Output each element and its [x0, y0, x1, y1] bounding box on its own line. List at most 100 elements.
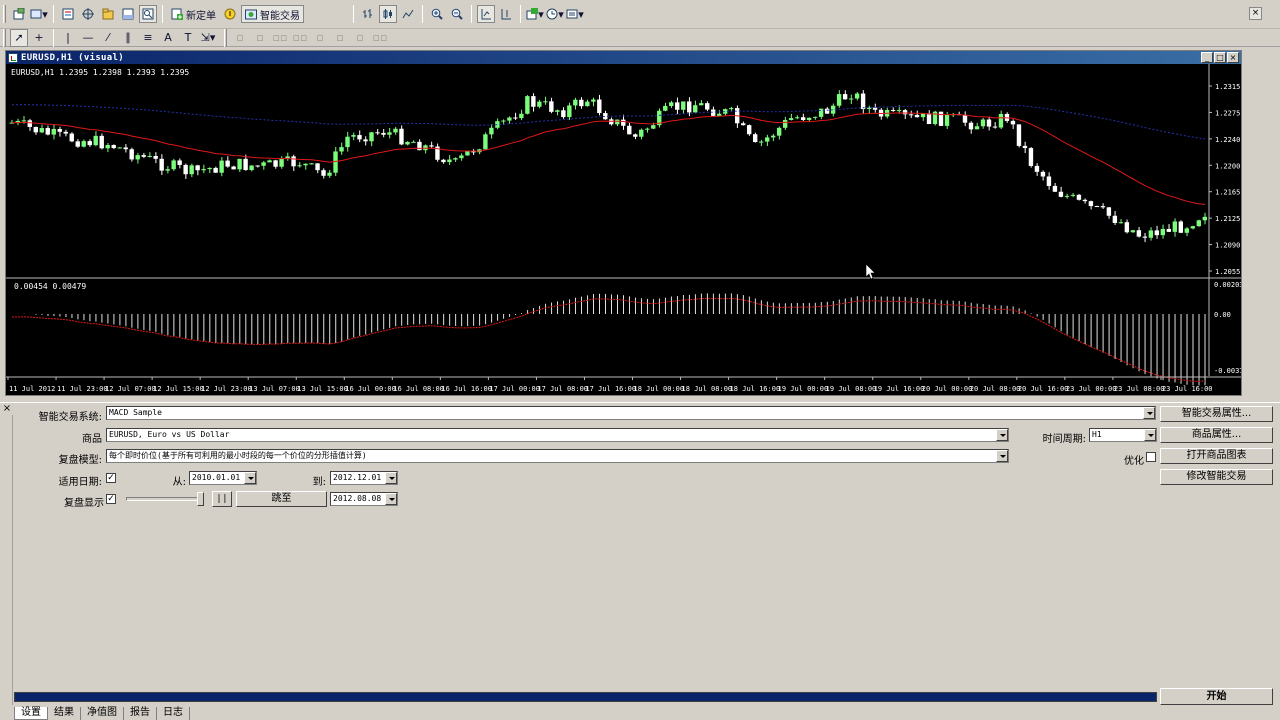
- test-progress-bar: [14, 692, 1157, 702]
- vertical-line-icon[interactable]: |: [59, 29, 77, 47]
- tab-journal[interactable]: 日志: [157, 707, 190, 720]
- chevron-down-icon[interactable]: [996, 429, 1008, 441]
- optimize-checkbox[interactable]: [1146, 452, 1156, 462]
- candle-body: [567, 105, 572, 118]
- expert-properties-button[interactable]: 智能交易属性...: [1160, 406, 1273, 422]
- trendline-icon[interactable]: ⁄: [99, 29, 117, 47]
- tab-equity-graph[interactable]: 净值图: [81, 707, 124, 720]
- arrows-icon[interactable]: ⇲▾: [199, 29, 217, 47]
- candle-body: [147, 156, 152, 158]
- fibonacci-icon[interactable]: ≡: [139, 29, 157, 47]
- modify-expert-button[interactable]: 修改智能交易: [1160, 469, 1273, 485]
- candle-body: [45, 128, 50, 135]
- expert-select[interactable]: MACD Sample: [106, 406, 1156, 420]
- speed-slider-thumb[interactable]: [197, 492, 204, 506]
- templates-icon[interactable]: ▾: [566, 5, 584, 23]
- maximize-icon[interactable]: □: [1214, 52, 1226, 63]
- text-icon[interactable]: A: [159, 29, 177, 47]
- chevron-down-icon[interactable]: [996, 450, 1008, 462]
- crosshair-icon[interactable]: +: [30, 29, 48, 47]
- toolbar-grip[interactable]: [3, 28, 6, 47]
- skip-to-button[interactable]: 跳至: [236, 491, 327, 507]
- symbol-select[interactable]: EURUSD, Euro vs US Dollar: [106, 428, 1009, 442]
- use-date-checkbox[interactable]: ✓: [106, 473, 116, 483]
- candle-body: [1088, 201, 1094, 207]
- time-tick-label: 11 Jul 23:00: [57, 385, 108, 393]
- time-tick-label: 12 Jul 23:00: [201, 385, 252, 393]
- auto-scroll-icon[interactable]: [477, 5, 495, 23]
- period-select[interactable]: H1: [1089, 428, 1157, 442]
- time-tick-label: 12 Jul 15:00: [153, 385, 204, 393]
- price-tick-label: 1.2315: [1215, 83, 1240, 91]
- time-tick-label: 19 Jul 16:00: [874, 385, 925, 393]
- candle-body: [171, 160, 176, 170]
- symbol-properties-button[interactable]: 商品属性...: [1160, 427, 1273, 443]
- chart-shift-icon[interactable]: [497, 5, 515, 23]
- cursor-icon[interactable]: ➚: [10, 28, 28, 47]
- price-chart[interactable]: EURUSD,H1 1.2395 1.2398 1.2393 1.2395 0.…: [6, 64, 1241, 395]
- toolbar-close-button[interactable]: ×: [1249, 7, 1262, 20]
- candle-body: [63, 131, 68, 134]
- candle-body: [513, 117, 518, 119]
- horizontal-line-icon[interactable]: —: [79, 29, 97, 47]
- channel-icon[interactable]: ∥: [119, 29, 137, 47]
- minimize-icon[interactable]: _: [1201, 52, 1213, 63]
- visual-mode-checkbox[interactable]: ✓: [106, 494, 116, 504]
- navigator-icon[interactable]: [99, 5, 117, 23]
- start-button[interactable]: 开始: [1160, 688, 1273, 705]
- expert-trading-button[interactable]: 智能交易: [241, 5, 304, 23]
- new-order-button[interactable]: 新定单: [168, 5, 219, 23]
- model-select[interactable]: 每个即时价位(基于所有可利用的最小时段的每一个价位的分形插值计算): [106, 449, 1009, 463]
- periods-icon[interactable]: ▾: [546, 5, 564, 23]
- zoom-out-icon[interactable]: [448, 5, 466, 23]
- data-window-icon[interactable]: [79, 5, 97, 23]
- zoom-in-icon[interactable]: [428, 5, 446, 23]
- period-label: 时间周期:: [1042, 434, 1086, 445]
- candle-body: [663, 105, 668, 111]
- market-watch-icon[interactable]: [59, 5, 77, 23]
- candle-body: [782, 119, 788, 128]
- close-icon[interactable]: ×: [1227, 52, 1239, 63]
- expert-label: 智能交易系统:: [38, 412, 102, 423]
- candle-body: [123, 147, 128, 150]
- tester-close-icon[interactable]: ×: [2, 404, 12, 414]
- tab-report[interactable]: 报告: [124, 707, 157, 720]
- to-date-picker[interactable]: 2012.12.01: [330, 471, 398, 485]
- candle-body: [447, 159, 452, 163]
- price-tick-label: 1.2275: [1215, 109, 1240, 117]
- candlestick-chart-icon[interactable]: [379, 5, 397, 23]
- chevron-down-icon[interactable]: [385, 472, 397, 484]
- candle-body: [525, 96, 530, 114]
- skip-to-date-picker[interactable]: 2012.08.08: [330, 492, 398, 506]
- bar-chart-icon[interactable]: [359, 5, 377, 23]
- chevron-down-icon[interactable]: [1144, 429, 1156, 441]
- candle-body: [255, 165, 260, 167]
- time-tick-label: 17 Jul 08:00: [537, 385, 588, 393]
- from-date-picker[interactable]: 2010.01.01: [189, 471, 257, 485]
- speed-slider-track[interactable]: [126, 497, 204, 501]
- candle-body: [872, 107, 878, 110]
- line-chart-icon[interactable]: [399, 5, 417, 23]
- toolbar-grip[interactable]: [3, 5, 6, 23]
- chevron-down-icon[interactable]: [385, 493, 397, 505]
- time-tick-label: 20 Jul 16:00: [1018, 385, 1069, 393]
- indicators-icon[interactable]: ▾: [526, 5, 544, 23]
- text-label-icon[interactable]: T: [179, 29, 197, 47]
- pause-button[interactable]: | |: [212, 491, 232, 507]
- strategy-tester-icon[interactable]: [139, 5, 157, 23]
- tab-settings[interactable]: 设置: [14, 707, 48, 720]
- candle-body: [585, 101, 590, 107]
- chevron-down-icon[interactable]: [1143, 407, 1155, 419]
- tab-results[interactable]: 结果: [48, 707, 81, 720]
- chart-titlebar[interactable]: EURUSD,H1 (visual) _ □ ×: [6, 51, 1241, 64]
- open-chart-button[interactable]: 打开商品图表: [1160, 448, 1273, 464]
- period-m5-icon: ▫: [256, 31, 264, 44]
- new-chart-icon[interactable]: [10, 5, 28, 23]
- candle-body: [944, 114, 950, 126]
- candle-body: [579, 99, 584, 107]
- profiles-icon[interactable]: ▾: [30, 5, 48, 23]
- candle-body: [842, 94, 848, 100]
- terminal-icon[interactable]: [119, 5, 137, 23]
- metaeditor-icon[interactable]: [221, 5, 239, 23]
- chevron-down-icon[interactable]: [244, 472, 256, 484]
